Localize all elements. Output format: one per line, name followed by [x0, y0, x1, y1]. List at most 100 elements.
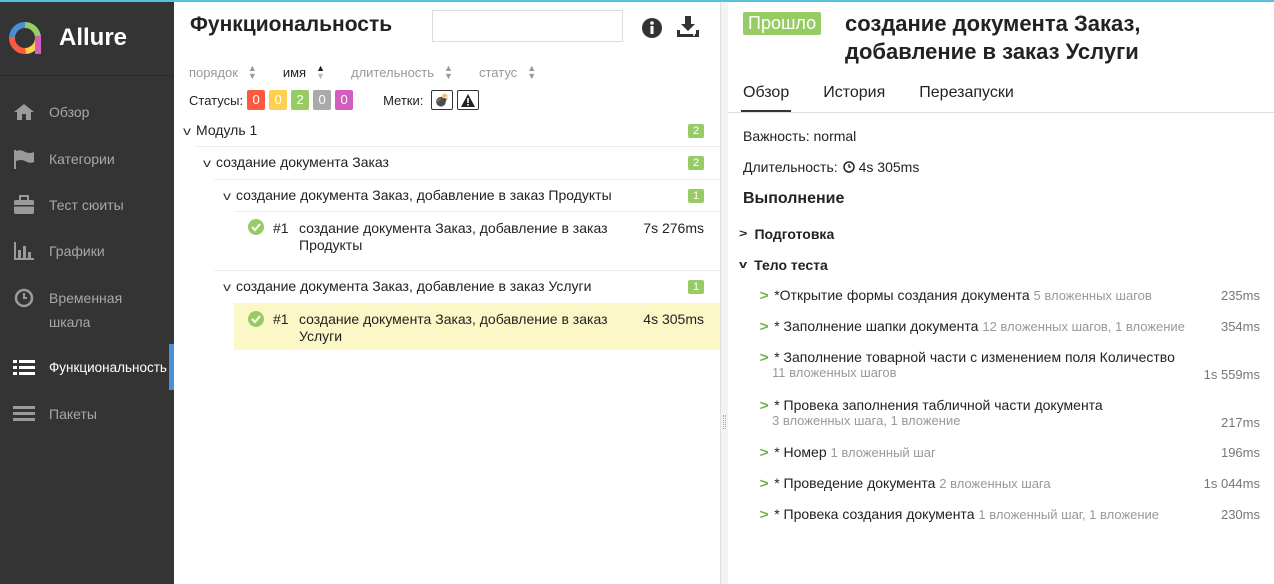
home-icon [12, 100, 36, 124]
step-row[interactable]: > *Открытие формы создания документа 5 вл… [760, 287, 1260, 303]
step-row[interactable]: > * Провека заполнения табличной части до… [760, 397, 1260, 430]
step-duration: 354ms [1220, 319, 1260, 334]
chevron-down-icon: v [183, 124, 191, 138]
test-case-row-selected[interactable]: #1 создание документа Заказ, добавление … [234, 303, 720, 350]
step-row[interactable]: > * Заполнение шапки документа 12 вложенн… [760, 318, 1260, 334]
step-row[interactable]: > * Провека создания документа 1 вложенны… [760, 506, 1260, 522]
chevron-right-icon: > [759, 318, 769, 334]
pane-splitter[interactable] [721, 0, 728, 584]
setup-section[interactable]: > Подготовка [739, 226, 834, 242]
step-duration: 196ms [1220, 445, 1260, 460]
sort-name[interactable]: имя ▲ ▼ [283, 63, 325, 81]
step-summary: 11 вложенных шагов [772, 365, 897, 380]
divider [194, 146, 720, 147]
count-badge: 1 [688, 189, 704, 203]
sort-status[interactable]: статус ▲ ▼ [478, 63, 537, 81]
sidebar-item-overview[interactable]: Обзор [0, 100, 174, 124]
sidebar-item-label: Пакеты [49, 406, 97, 422]
status-passed-toggle[interactable]: 2 [291, 90, 310, 110]
sort-asc-icon: ▲ ▼ [316, 63, 325, 81]
step-duration: 235ms [1220, 288, 1260, 303]
count-badge: 2 [688, 156, 704, 170]
sidebar-item-behaviors[interactable]: Функциональность [0, 344, 174, 390]
duration-row: Длительность: 4s 305ms [743, 159, 919, 175]
sidebar-item-label: Тест сюиты [49, 197, 124, 213]
test-title: создание документа Заказ, добавление в з… [845, 11, 1141, 64]
clock-icon [842, 161, 855, 173]
step-duration: 217ms [1220, 415, 1260, 430]
tree-group-story[interactable]: v создание документа Заказ, добавление в … [223, 278, 720, 298]
status-skipped-toggle[interactable]: 0 [313, 90, 332, 110]
execution-heading: Выполнение [743, 190, 845, 207]
chevron-right-icon: > [759, 287, 769, 303]
list-icon [12, 356, 36, 380]
test-number: #1 [273, 220, 289, 236]
step-summary: 1 вложенный шаг, 1 вложение [978, 507, 1160, 522]
step-name: * Номер [774, 444, 827, 460]
divider [214, 270, 720, 271]
sidebar-item-packages[interactable]: Пакеты [0, 402, 174, 426]
tree-group-story[interactable]: v создание документа Заказ, добавление в … [223, 187, 720, 207]
test-body-section[interactable]: v Тело теста [739, 257, 828, 273]
step-name: *Открытие формы создания документа [774, 287, 1030, 303]
step-name: * Проведение документа [774, 475, 936, 491]
test-name: создание документа Заказ, добавление в з… [299, 220, 608, 253]
marks-label: Метки: [383, 92, 424, 108]
divider [214, 179, 720, 180]
step-row[interactable]: > * Номер 1 вложенный шаг 196ms [760, 444, 1260, 460]
sidebar-item-label: Функциональность [49, 360, 167, 375]
page-title: Функциональность [190, 13, 393, 36]
sort-status-label: статус [478, 64, 518, 80]
chevron-down-icon: v [203, 156, 211, 170]
bomb-icon: 💣 [434, 93, 450, 107]
severity: Важность: normal [743, 128, 857, 144]
step-name: * Провека создания документа [774, 506, 975, 522]
allure-logo-icon [9, 21, 41, 54]
chevron-right-icon: > [739, 228, 748, 240]
step-row[interactable]: > * Проведение документа 2 вложенных шага… [760, 475, 1260, 491]
tab-history[interactable]: История [823, 78, 885, 112]
duration-value: 4s 305ms [858, 159, 920, 175]
test-duration: 7s 276ms [643, 220, 704, 236]
logo[interactable]: Allure [0, 0, 174, 76]
chevron-right-icon: > [759, 444, 769, 460]
test-number: #1 [273, 311, 289, 327]
splitter-grip-icon[interactable] [723, 415, 726, 429]
sort-order[interactable]: порядок ▲ ▼ [189, 64, 257, 81]
status-filter-bar: Статусы: 0 0 2 0 0 Метки: 💣 [189, 90, 480, 110]
bar-chart-icon [12, 239, 36, 263]
sidebar-item-graphs[interactable]: Графики [0, 239, 174, 263]
tab-retries[interactable]: Перезапуски [919, 78, 1014, 112]
tree-group-module[interactable]: v Модуль 1 2 [183, 122, 720, 142]
sort-arrows-icon: ▲ ▼ [527, 63, 537, 81]
warning-icon [461, 93, 476, 107]
chevron-right-icon: > [759, 475, 769, 491]
status-failed-toggle[interactable]: 0 [247, 90, 266, 110]
top-accent-line [0, 0, 1274, 2]
info-icon[interactable] [641, 17, 663, 39]
sidebar-item-categories[interactable]: Категории [0, 147, 174, 171]
download-icon[interactable] [676, 15, 700, 39]
step-name: * Заполнение товарной части с изменением… [774, 349, 1175, 365]
tab-overview[interactable]: Обзор [740, 78, 792, 112]
step-row[interactable]: > * Заполнение товарной части с изменение… [760, 349, 1260, 382]
status-broken-toggle[interactable]: 0 [269, 90, 288, 110]
tree-group-feature[interactable]: v создание документа Заказ 2 [203, 154, 720, 174]
step-duration: 1s 044ms [1203, 476, 1260, 491]
sidebar-item-label: Графики [49, 243, 105, 259]
status-unknown-toggle[interactable]: 0 [335, 90, 354, 110]
test-case-row[interactable]: #1 создание документа Заказ, добавление … [234, 212, 720, 270]
sort-bar: порядок ▲ ▼ имя ▲ ▼ длительность ▲ ▼ статус ▲ ▼ [189, 63, 562, 81]
search-input[interactable] [432, 10, 623, 42]
sort-duration[interactable]: длительность ▲ ▼ [351, 64, 453, 81]
step-summary: 1 вложенный шаг [830, 445, 936, 460]
sidebar-item-timeline[interactable]: Временная шкала [0, 286, 174, 334]
step-name: * Провека заполнения табличной части док… [774, 397, 1103, 413]
clock-icon [12, 286, 36, 310]
briefcase-icon [12, 193, 36, 217]
lines-icon [12, 402, 36, 426]
flaky-mark-toggle[interactable]: 💣 [431, 90, 454, 110]
sidebar-item-suites[interactable]: Тест сюиты [0, 193, 174, 217]
new-failed-mark-toggle[interactable] [457, 90, 480, 110]
sidebar-item-label: Обзор [49, 104, 90, 120]
